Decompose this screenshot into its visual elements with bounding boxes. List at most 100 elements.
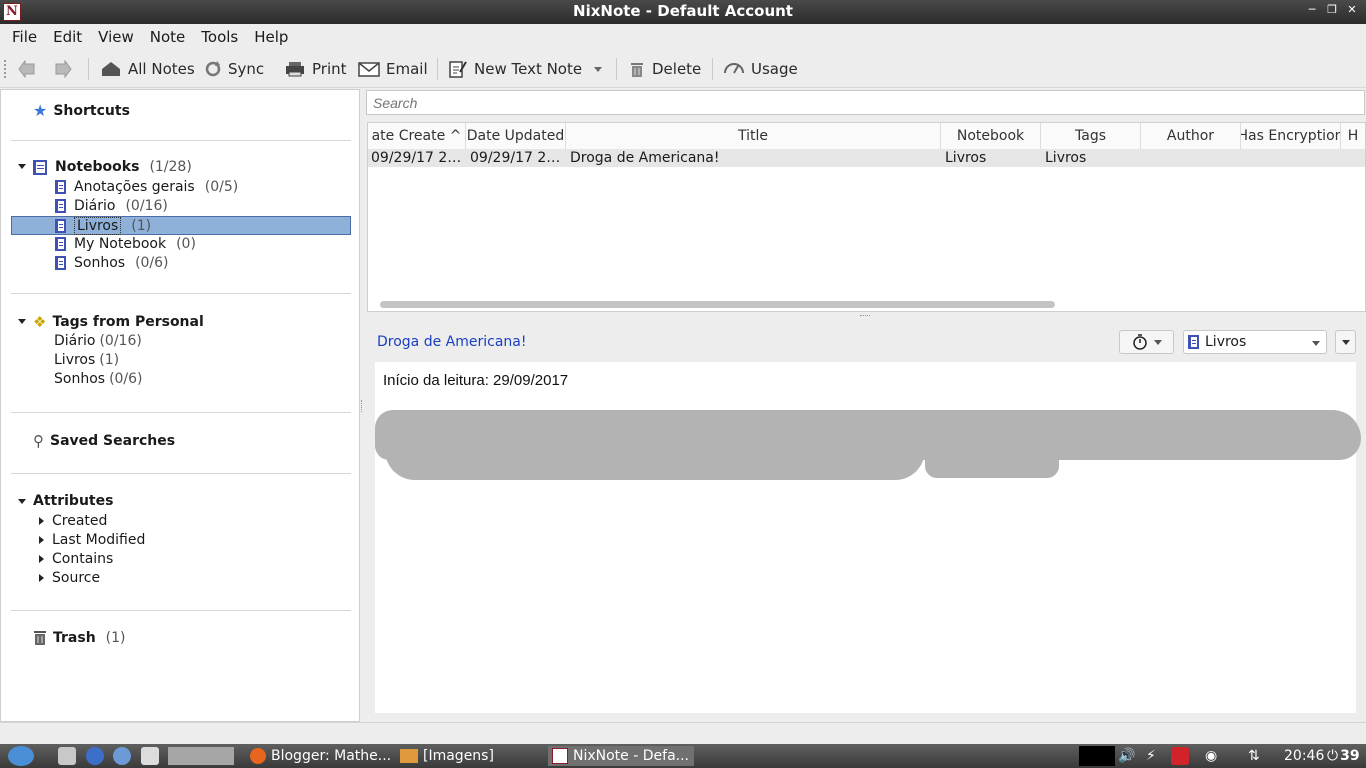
- chevron-right-icon[interactable]: [39, 554, 44, 563]
- forward-arrow-icon: [55, 60, 72, 78]
- all-notes-label: All Notes: [128, 60, 195, 78]
- print-label: Print: [312, 60, 347, 78]
- power-bolt-icon[interactable]: ⚡: [1146, 746, 1156, 766]
- column-title[interactable]: Title: [566, 123, 941, 149]
- note-list: ate Create ^ Date Updated Title Notebook…: [367, 122, 1366, 312]
- start-menu-icon[interactable]: [8, 746, 34, 766]
- menu-note[interactable]: Note: [142, 24, 194, 50]
- note-editor[interactable]: Início da leitura: 29/09/2017: [375, 362, 1361, 713]
- saved-searches-section[interactable]: ⚲ Saved Searches: [33, 432, 175, 450]
- attributes-expander[interactable]: [18, 499, 26, 504]
- sidebar-divider: [11, 412, 351, 413]
- print-button[interactable]: Print: [284, 58, 347, 80]
- delete-button[interactable]: Delete: [628, 58, 701, 80]
- updates-arrows-icon[interactable]: ⇅: [1248, 746, 1260, 766]
- notebook-icon: [55, 236, 66, 251]
- windows-icon[interactable]: [141, 747, 159, 765]
- notebooks-expander[interactable]: [18, 164, 26, 169]
- notebook-item[interactable]: Anotações gerais (0/5): [55, 177, 238, 196]
- minimize-icon[interactable]: ─: [1306, 3, 1318, 16]
- note-title-link[interactable]: Droga de Americana!: [377, 334, 526, 350]
- tag-item[interactable]: Sonhos (0/6): [54, 369, 143, 388]
- task-imagens[interactable]: [Imagens]: [400, 746, 494, 766]
- all-notes-button[interactable]: All Notes: [100, 58, 195, 80]
- mega-sync-icon[interactable]: [1171, 747, 1189, 765]
- toolbar-separator: [712, 58, 713, 80]
- task-nixnote[interactable]: NixNote - Defa...: [548, 746, 694, 766]
- sync-button[interactable]: Sync: [204, 58, 264, 80]
- attributes-section[interactable]: Attributes: [33, 493, 113, 509]
- note-options-button[interactable]: [1335, 330, 1356, 354]
- notebook-item[interactable]: Sonhos (0/6): [55, 253, 169, 272]
- close-icon[interactable]: ✕: [1346, 3, 1358, 16]
- reminder-button[interactable]: [1119, 330, 1174, 354]
- chevron-down-icon: [594, 66, 602, 72]
- menu-view[interactable]: View: [90, 24, 142, 50]
- files-icon[interactable]: [58, 747, 76, 765]
- usage-button[interactable]: Usage: [723, 58, 798, 80]
- column-has-encryption[interactable]: Has Encryption: [1241, 123, 1341, 149]
- redacted-area: [925, 452, 1059, 478]
- chevron-right-icon[interactable]: [39, 516, 44, 525]
- notebook-item-selected[interactable]: Livros (1): [55, 216, 151, 235]
- email-button[interactable]: Email: [358, 58, 428, 80]
- column-notebook[interactable]: Notebook: [941, 123, 1041, 149]
- tag-item[interactable]: Livros (1): [54, 350, 119, 369]
- home-icon: [102, 62, 120, 76]
- browser-globe-icon[interactable]: [86, 747, 104, 765]
- menu-tools[interactable]: Tools: [193, 24, 246, 50]
- chevron-right-icon[interactable]: [39, 573, 44, 582]
- notebook-icon: [55, 179, 66, 194]
- notebook-select[interactable]: Livros: [1183, 330, 1327, 354]
- menu-bar: File Edit View Note Tools Help: [0, 24, 1366, 50]
- notebooks-section[interactable]: Notebooks (1/28): [33, 159, 192, 175]
- horizontal-scrollbar[interactable]: [380, 301, 1055, 308]
- clock[interactable]: 20:46: [1284, 746, 1324, 766]
- back-button[interactable]: [18, 58, 36, 80]
- attribute-label: Source: [52, 569, 101, 586]
- tag-item[interactable]: Diário (0/16): [54, 331, 142, 350]
- tags-expander[interactable]: [18, 319, 26, 324]
- search-input[interactable]: [366, 90, 1365, 115]
- column-date-created[interactable]: ate Create ^: [368, 123, 466, 149]
- new-text-note-button[interactable]: New Text Note: [448, 58, 582, 80]
- trash-icon: [631, 63, 643, 77]
- chevron-right-icon[interactable]: [39, 535, 44, 544]
- horizontal-splitter[interactable]: [860, 315, 870, 318]
- toolbar: All Notes Sync Print Email New Text Note…: [0, 50, 1366, 88]
- column-tags[interactable]: Tags: [1041, 123, 1141, 149]
- attribute-source[interactable]: Source: [39, 568, 100, 587]
- attribute-created[interactable]: Created: [39, 511, 107, 530]
- tags-section[interactable]: ❖ Tags from Personal: [33, 313, 204, 331]
- notebook-item[interactable]: My Notebook (0): [55, 234, 196, 253]
- workspace-switcher[interactable]: [168, 747, 234, 765]
- task-blogger[interactable]: Blogger: Mathe...: [250, 746, 391, 766]
- attribute-last-modified[interactable]: Last Modified: [39, 530, 145, 549]
- menu-file[interactable]: File: [4, 24, 45, 50]
- forward-button[interactable]: [54, 58, 72, 80]
- tag-label: Diário: [54, 332, 96, 349]
- vertical-splitter[interactable]: [361, 400, 364, 412]
- new-note-type-dropdown[interactable]: [594, 58, 602, 80]
- trash-section[interactable]: Trash (1): [33, 630, 126, 646]
- column-author[interactable]: Author: [1141, 123, 1241, 149]
- column-more[interactable]: H: [1341, 123, 1365, 149]
- restore-icon[interactable]: ❐: [1326, 3, 1338, 16]
- network-icon[interactable]: ◉: [1205, 746, 1217, 766]
- battery-indicator[interactable]: ⏻ 39: [1327, 746, 1360, 766]
- volume-icon[interactable]: 🔊: [1118, 746, 1135, 766]
- delete-label: Delete: [652, 60, 702, 78]
- attribute-contains[interactable]: Contains: [39, 549, 113, 568]
- toolbar-grip[interactable]: [4, 60, 7, 78]
- sidebar-divider: [11, 293, 351, 294]
- column-date-updated[interactable]: Date Updated: [466, 123, 566, 149]
- trash-icon: [34, 631, 46, 645]
- notebook-label: Sonhos: [74, 254, 126, 271]
- shortcuts-section[interactable]: ★ Shortcuts: [33, 101, 130, 120]
- tags-label: Tags from Personal: [52, 314, 204, 330]
- mail-client-icon[interactable]: [113, 747, 131, 765]
- notebook-item[interactable]: Diário (0/16): [55, 196, 168, 215]
- menu-help[interactable]: Help: [246, 24, 296, 50]
- cell-title: Droga de Americana!: [570, 150, 720, 166]
- menu-edit[interactable]: Edit: [45, 24, 90, 50]
